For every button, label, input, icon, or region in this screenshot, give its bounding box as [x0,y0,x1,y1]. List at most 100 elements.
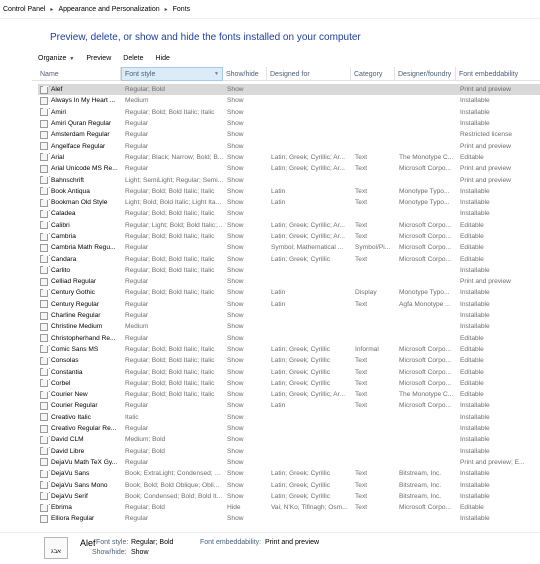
toolbar: Organize ▼ Preview Delete Hide [32,51,176,66]
show-hide-cell: Show [227,402,244,410]
font-row[interactable]: ​AmiriRegular; Bold; Bold Italic; Italic… [38,107,540,118]
category-cell: Text [355,199,368,207]
show-hide-cell: Show [227,470,244,478]
font-row[interactable]: ​David CLMMedium; BoldShowInstallable [38,434,540,445]
font-style-cell: Regular [125,402,149,410]
font-row[interactable]: ​DejaVu Sans MonoBook; Bold; Bold Obliqu… [38,479,540,490]
show-hide-cell: Show [227,165,244,173]
category-cell: Symbol/Pi... [355,244,391,252]
column-header-designed-for[interactable]: Designed for [267,67,351,81]
font-row[interactable]: ​David LibreRegular; BoldShowInstallable [38,446,540,457]
font-row[interactable]: ​Charline RegularRegularShowInstallable [38,310,540,321]
font-row[interactable]: ​ArialRegular; Black; Narrow; Bold; B...… [38,152,540,163]
font-family-icon: ​ [40,85,50,94]
font-name: Courier New [51,391,88,399]
font-row[interactable]: ​Arial Unicode MS Re...RegularShowLatin;… [38,163,540,174]
category-cell: Text [355,300,368,308]
font-row[interactable]: ​DejaVu SansBook; ExtraLight; Condensed;… [38,468,540,479]
font-row[interactable]: ​Bookman Old StyleLight; Bold; Bold Ital… [38,197,540,208]
font-list: ​AlefRegular; BoldShowPrint and preview​… [38,84,540,525]
font-name: Always In My Heart ... [51,97,116,105]
font-row[interactable]: ​CorbelRegular; Bold; Bold Italic; Itali… [38,378,540,389]
font-family-icon: ​ [40,447,50,456]
font-name-cell: ​Calibri [38,221,122,230]
font-name-cell: ​Amiri Quran Regular [38,119,122,128]
font-family-icon: ​ [40,379,50,388]
foundry-cell: Agfa Monotype ... [399,300,451,308]
breadcrumb-appearance[interactable]: Appearance and Personalization [58,6,159,13]
breadcrumb-control-panel[interactable]: Control Panel [3,6,45,13]
font-row[interactable]: ​Creativo ItalicItalicShowInstallable [38,412,540,423]
font-row[interactable]: ​Christopherhand Re...RegularShowEditabl… [38,333,540,344]
font-row[interactable]: ​Creativo Regular Re...RegularShowInstal… [38,423,540,434]
font-row[interactable]: ​Courier NewRegular; Bold; Bold Italic; … [38,389,540,400]
font-name: DejaVu Math TeX Gy... [51,458,118,466]
foundry-cell: Monotype Typo... [399,187,450,195]
font-name-cell: ​Arial Unicode MS Re... [38,164,122,173]
font-name: Bahnschrift [51,176,84,184]
show-hide-cell: Show [227,278,244,286]
font-row[interactable]: ​Courier RegularRegularShowLatinTextMicr… [38,400,540,411]
font-row[interactable]: ​Cambria Math Regu...RegularShowSymbol; … [38,242,540,253]
chevron-right-icon[interactable]: ▸ [50,6,53,13]
font-row[interactable]: ​CalibriRegular; Light; Bold; Bold Itali… [38,220,540,231]
font-style-cell: Regular; Bold; Bold Italic; Italic [125,345,215,353]
font-row[interactable]: ​Amsterdam RegularRegularShowRestricted … [38,129,540,140]
font-row[interactable]: ​EbrimaRegular; BoldHideVai; N'Ko; Tifin… [38,502,540,513]
font-row[interactable]: ​Comic Sans MSRegular; Bold; Bold Italic… [38,344,540,355]
column-header-name[interactable]: Name [32,67,121,81]
column-header-font-style[interactable]: Font style ▼ [121,67,223,81]
font-row[interactable]: ​ConsolasRegular; Bold; Bold Italic; Ita… [38,355,540,366]
hide-button[interactable]: Hide [150,55,176,62]
font-name-cell: ​David Libre [38,447,122,456]
font-row[interactable]: ​Angelface RegularRegularShowPrint and p… [38,140,540,151]
font-row[interactable]: ​AlefRegular; BoldShowPrint and preview [38,84,540,96]
font-name-cell: ​Charline Regular [38,311,122,320]
preview-button[interactable]: Preview [80,55,117,62]
font-row[interactable]: ​Amiri Quran RegularRegularShowInstallab… [38,118,540,129]
embeddability-cell: Installable [460,108,490,116]
font-row[interactable]: ​DejaVu Math TeX Gy...RegularShowPrint a… [38,457,540,468]
column-header-foundry[interactable]: Designer/foundry [395,67,456,81]
font-row[interactable]: ​Century GothicRegular; Bold; Bold Itali… [38,287,540,298]
font-row[interactable]: ​Book AntiquaRegular; Bold; Bold Italic;… [38,186,540,197]
font-row[interactable]: ​CaladeaRegular; Bold; Bold Italic; Ital… [38,208,540,219]
font-row[interactable]: ​Christine MediumMediumShowInstallable [38,321,540,332]
font-row[interactable]: ​BahnschriftLight; SemiLight; Regular; S… [38,174,540,185]
embeddability-cell: Print and preview [460,165,511,173]
show-hide-cell: Show [227,391,244,399]
detail-embed-label: Font embeddability: [200,539,262,546]
font-row[interactable]: ​Always In My Heart ...MediumShowInstall… [38,95,540,106]
font-row[interactable]: ​Elliora RegularRegularShowInstallable [38,513,540,524]
designed-for-cell: Latin; Greek; Cyrillic [271,379,330,387]
embeddability-cell: Installable [460,289,490,297]
font-name: Book Antiqua [51,187,90,195]
font-row[interactable]: ​DejaVu SerifBook; Condensed; Bold; Bold… [38,491,540,502]
organize-button[interactable]: Organize ▼ [32,55,80,62]
font-row[interactable]: ​ConstantiaRegular; Bold; Bold Italic; I… [38,366,540,377]
delete-button[interactable]: Delete [117,55,149,62]
font-row[interactable]: ​CarlitoRegular; Bold; Bold Italic; Ital… [38,265,540,276]
category-cell: Text [355,221,368,229]
font-row[interactable]: ​Celliad RegularRegularShowPrint and pre… [38,276,540,287]
show-hide-cell: Show [227,323,244,331]
font-row[interactable]: ​CandaraRegular; Bold; Bold Italic; Ital… [38,253,540,264]
font-name: Century Gothic [51,289,95,297]
column-header-show-hide[interactable]: Show/hide [223,67,267,81]
font-row[interactable]: ​Century RegularRegularShowLatinTextAgfa… [38,299,540,310]
font-row[interactable]: ​CambriaRegular; Bold; Bold Italic; Ital… [38,231,540,242]
font-name-cell: ​DejaVu Serif [38,492,122,501]
font-name-cell: ​Corbel [38,379,122,388]
column-header-category[interactable]: Category [351,67,395,81]
foundry-cell: Microsoft Corpo... [399,255,452,263]
chevron-right-icon[interactable]: ▸ [165,6,168,13]
column-header-embeddability[interactable]: Font embeddability [456,67,539,81]
show-hide-cell: Show [227,334,244,342]
embeddability-cell: Installable [460,402,490,410]
breadcrumb-fonts[interactable]: Fonts [173,6,191,13]
font-name: Consolas [51,357,79,365]
font-name-cell: ​DejaVu Math TeX Gy... [38,458,122,467]
font-family-icon: ​ [40,232,50,241]
column-header-font-style-label: Font style [125,70,156,78]
font-style-cell: Regular; Bold [125,447,165,455]
